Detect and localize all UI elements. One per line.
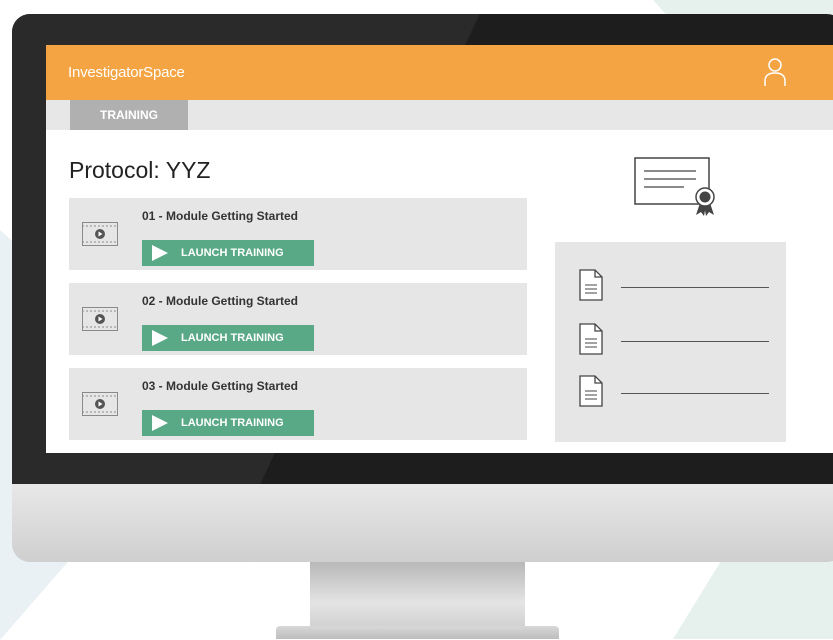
document-line (621, 341, 769, 342)
tab-training[interactable]: TRAINING (70, 100, 188, 130)
brand-logo: InvestigatorSpace (68, 64, 185, 81)
module-card: 03 - Module Getting Started LAUNCH TRAIN… (69, 368, 527, 440)
module-card: 02 - Module Getting Started LAUNCH TRAIN… (69, 283, 527, 355)
play-icon (152, 415, 168, 431)
certificate-icon[interactable] (634, 157, 726, 217)
monitor-chin (12, 484, 833, 562)
module-title: 01 - Module Getting Started (142, 209, 299, 223)
tab-bar: TRAINING (46, 100, 833, 130)
module-title: 03 - Module Getting Started (142, 379, 299, 393)
launch-training-button[interactable]: LAUNCH TRAINING (142, 410, 314, 436)
play-icon (152, 330, 168, 346)
module-title: 02 - Module Getting Started (142, 294, 299, 308)
page-title: Protocol: YYZ (69, 157, 211, 183)
video-icon (82, 307, 118, 331)
launch-training-label: LAUNCH TRAINING (181, 417, 284, 429)
video-icon (82, 392, 118, 416)
launch-training-button[interactable]: LAUNCH TRAINING (142, 325, 314, 351)
documents-panel (555, 242, 786, 442)
document-line (621, 287, 769, 288)
document-icon (579, 323, 603, 355)
video-icon (82, 222, 118, 246)
document-line (621, 393, 769, 394)
document-icon (579, 375, 603, 407)
launch-training-label: LAUNCH TRAINING (181, 332, 284, 344)
launch-training-button[interactable]: LAUNCH TRAINING (142, 240, 314, 266)
document-item[interactable] (579, 269, 779, 305)
user-icon[interactable] (763, 57, 787, 87)
monitor-stand (310, 562, 525, 630)
app-header: InvestigatorSpace (46, 45, 833, 100)
document-icon (579, 269, 603, 301)
document-item[interactable] (579, 375, 779, 411)
app-screen: InvestigatorSpace TRAINING Protocol: YYZ… (46, 45, 833, 453)
document-item[interactable] (579, 323, 779, 359)
monitor-stand-base (276, 626, 559, 639)
module-card: 01 - Module Getting Started LAUNCH TRAIN… (69, 198, 527, 270)
play-icon (152, 245, 168, 261)
launch-training-label: LAUNCH TRAINING (181, 247, 284, 259)
